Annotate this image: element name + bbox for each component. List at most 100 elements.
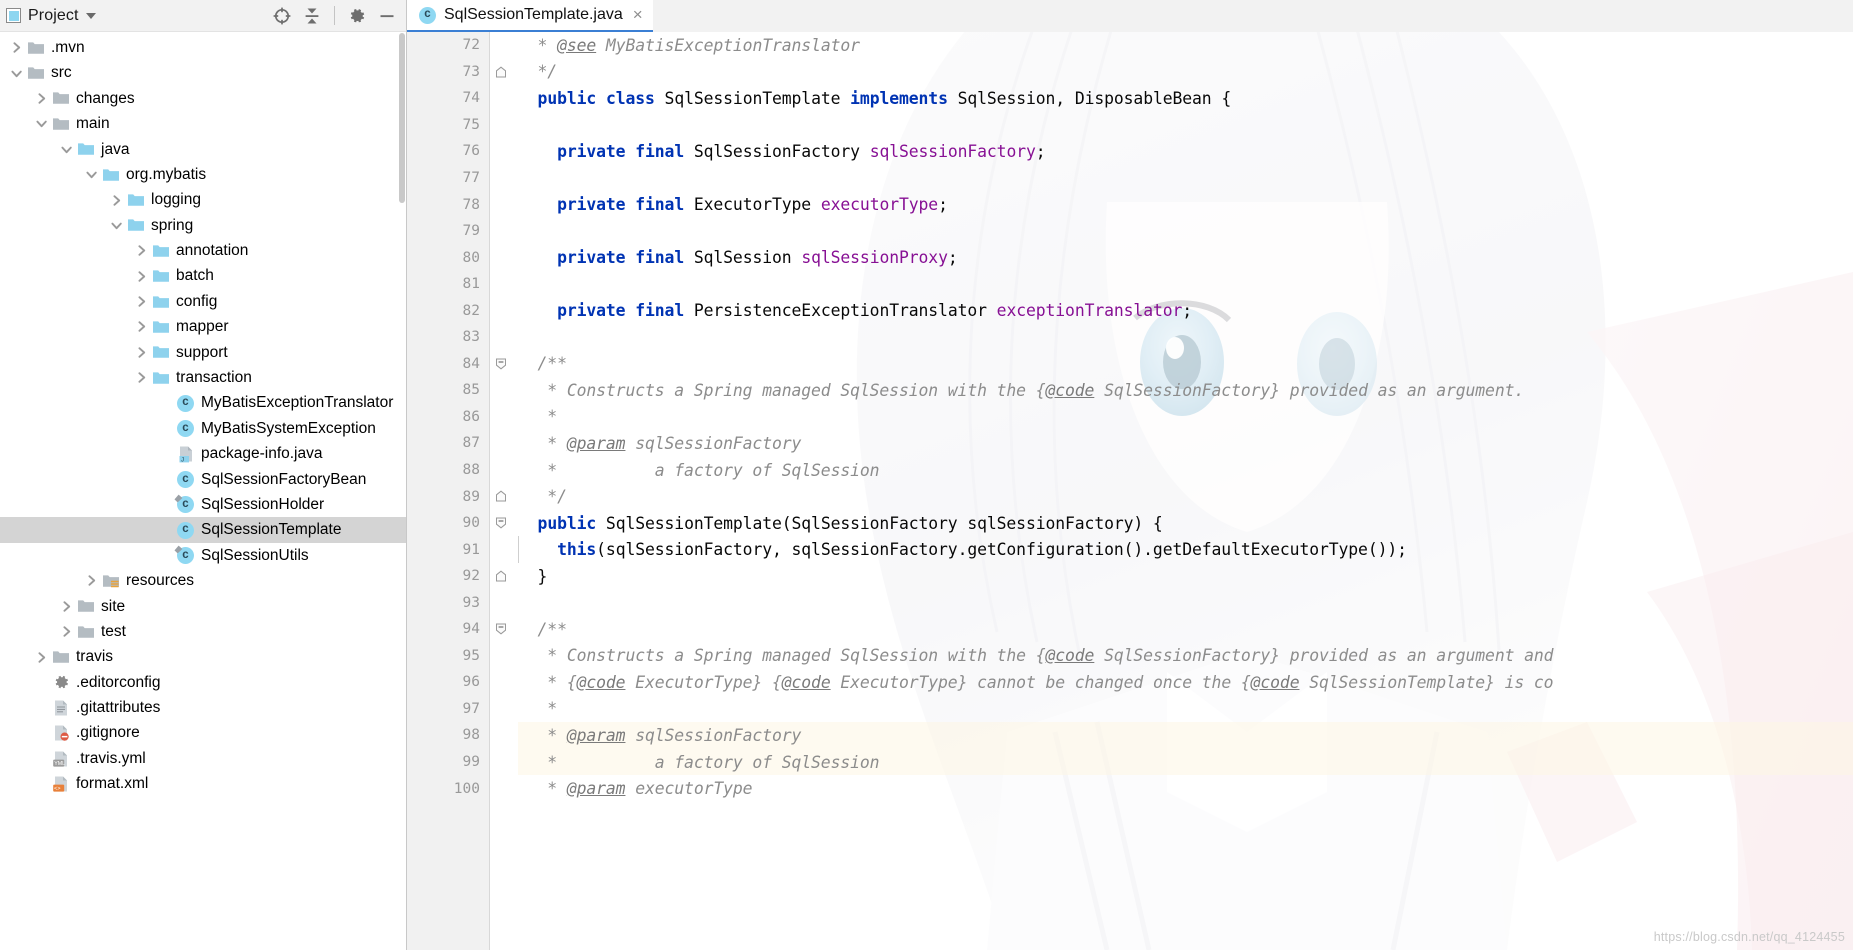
tree-item-gitattributes[interactable]: .gitattributes	[0, 695, 406, 720]
tree-item-batch[interactable]: batch	[0, 264, 406, 289]
tree-item-mybatissystemexception[interactable]: c MyBatisSystemException	[0, 416, 406, 441]
tree-item-editorconfig[interactable]: .editorconfig	[0, 670, 406, 695]
fold-collapse-icon[interactable]	[495, 517, 507, 529]
line-number[interactable]: 95	[407, 643, 489, 670]
line-number[interactable]: 75	[407, 112, 489, 139]
chevron-right-icon[interactable]	[81, 574, 101, 587]
code-line[interactable]: /**	[518, 616, 1853, 643]
chevron-right-icon[interactable]	[56, 625, 76, 638]
tree-item-src[interactable]: src	[0, 60, 406, 85]
tree-item-transaction[interactable]: transaction	[0, 365, 406, 390]
code-line[interactable]: public class SqlSessionTemplate implemen…	[518, 85, 1853, 112]
line-number[interactable]: 74	[407, 85, 489, 112]
code-line[interactable]	[518, 324, 1853, 351]
line-number[interactable]: 99	[407, 749, 489, 776]
code-line[interactable]	[518, 218, 1853, 245]
line-number[interactable]: 73	[407, 59, 489, 86]
line-number[interactable]: 82	[407, 297, 489, 324]
gear-icon[interactable]	[342, 1, 372, 31]
fold-end-icon[interactable]	[495, 570, 507, 582]
code-line[interactable]: this (sqlSessionFactory, sqlSessionFactor…	[518, 536, 1853, 563]
tree-item-mvn[interactable]: .mvn	[0, 35, 406, 60]
line-number[interactable]: 79	[407, 218, 489, 245]
chevron-right-icon[interactable]	[31, 92, 51, 105]
line-number[interactable]: 100	[407, 775, 489, 802]
chevron-right-icon[interactable]	[131, 244, 151, 257]
chevron-down-icon[interactable]	[106, 219, 126, 232]
line-number[interactable]: 80	[407, 244, 489, 271]
line-number[interactable]: 84	[407, 351, 489, 378]
code-line[interactable]: * @param sqlSessionFactory	[518, 430, 1853, 457]
chevron-down-icon[interactable]	[81, 168, 101, 181]
line-number[interactable]: 93	[407, 589, 489, 616]
chevron-right-icon[interactable]	[131, 320, 151, 333]
code-line[interactable]: * @see MyBatisExceptionTranslator	[518, 32, 1853, 59]
chevron-right-icon[interactable]	[131, 371, 151, 384]
tree-item-support[interactable]: support	[0, 340, 406, 365]
tree-item-mapper[interactable]: mapper	[0, 314, 406, 339]
chevron-right-icon[interactable]	[131, 346, 151, 359]
code-text-area[interactable]: * @see MyBatisExceptionTranslator */ pub…	[512, 32, 1853, 950]
tree-item-sqlsessionutils[interactable]: c SqlSessionUtils	[0, 543, 406, 568]
code-line[interactable]: *	[518, 404, 1853, 431]
line-number[interactable]: 83	[407, 324, 489, 351]
code-line[interactable]: private final PersistenceExceptionTransl…	[518, 297, 1853, 324]
code-line[interactable]: * a factory of SqlSession	[518, 748, 1853, 776]
code-line[interactable]: * @param sqlSessionFactory	[518, 722, 1853, 749]
code-line[interactable]	[518, 112, 1853, 139]
tree-item-sqlsessionholder[interactable]: c SqlSessionHolder	[0, 492, 406, 517]
code-line[interactable]: * Constructs a Spring managed SqlSession…	[518, 643, 1853, 670]
chevron-right-icon[interactable]	[131, 295, 151, 308]
line-number[interactable]: 97	[407, 696, 489, 723]
line-number[interactable]: 86	[407, 404, 489, 431]
collapse-all-icon[interactable]	[297, 1, 327, 31]
project-tree[interactable]: .mvn src changes main java org.mybatis logging…	[0, 32, 406, 950]
select-opened-file-icon[interactable]	[267, 1, 297, 31]
tree-item-format-xml[interactable]: <> format.xml	[0, 771, 406, 796]
line-number[interactable]: 85	[407, 377, 489, 404]
chevron-down-icon[interactable]	[31, 117, 51, 130]
tree-item-resources[interactable]: resources	[0, 568, 406, 593]
line-number[interactable]: 91	[407, 536, 489, 563]
tree-item-gitignore[interactable]: .gitignore	[0, 721, 406, 746]
code-line[interactable]: */	[518, 483, 1853, 510]
tree-item-travis-yml[interactable]: YML .travis.yml	[0, 746, 406, 771]
line-number[interactable]: 88	[407, 457, 489, 484]
code-line[interactable]: private final ExecutorType executorType;	[518, 191, 1853, 218]
code-line[interactable]: * {@code ExecutorType} {@code ExecutorTy…	[518, 669, 1853, 696]
code-editor[interactable]: 72 73 74 75 76 77 78 79 80 81 82 83 84 85 86 87 88 89 90 91…	[407, 32, 1853, 950]
code-line[interactable]: private final SqlSessionFactory sqlSessi…	[518, 138, 1853, 165]
chevron-right-icon[interactable]	[6, 41, 26, 54]
tree-item-mybatisexceptiontranslator[interactable]: c MyBatisExceptionTranslator	[0, 390, 406, 415]
project-title-group[interactable]: Project	[6, 7, 267, 25]
code-line[interactable]: /**	[518, 351, 1853, 378]
tree-item-spring[interactable]: spring	[0, 213, 406, 238]
line-number[interactable]: 90	[407, 510, 489, 537]
code-line[interactable]	[518, 589, 1853, 616]
minimize-icon[interactable]	[372, 1, 402, 31]
code-line[interactable]	[518, 165, 1853, 192]
code-folding-strip[interactable]	[490, 32, 512, 950]
chevron-down-icon[interactable]	[85, 12, 96, 19]
project-tree-scrollbar[interactable]	[397, 33, 406, 950]
tree-item-changes[interactable]: changes	[0, 86, 406, 111]
line-number[interactable]: 76	[407, 138, 489, 165]
fold-collapse-icon[interactable]	[495, 623, 507, 635]
tree-item-main[interactable]: main	[0, 111, 406, 136]
tree-item-annotation[interactable]: annotation	[0, 238, 406, 263]
chevron-right-icon[interactable]	[106, 194, 126, 207]
line-number[interactable]: 78	[407, 191, 489, 218]
line-number-gutter[interactable]: 72 73 74 75 76 77 78 79 80 81 82 83 84 85 86 87 88 89 90 91…	[407, 32, 490, 950]
tree-item-java[interactable]: java	[0, 137, 406, 162]
line-number[interactable]: 72	[407, 32, 489, 59]
line-number[interactable]: 92	[407, 563, 489, 590]
line-number[interactable]: 87	[407, 430, 489, 457]
tree-item-sqlsessionfactorybean[interactable]: c SqlSessionFactoryBean	[0, 467, 406, 492]
line-number[interactable]: 81	[407, 271, 489, 298]
code-scroll-container[interactable]: 72 73 74 75 76 77 78 79 80 81 82 83 84 85 86 87 88 89 90 91…	[407, 32, 1853, 950]
chevron-down-icon[interactable]	[56, 143, 76, 156]
code-line[interactable]: * Constructs a Spring managed SqlSession…	[518, 377, 1853, 404]
line-number[interactable]: 77	[407, 165, 489, 192]
tree-item-site[interactable]: site	[0, 594, 406, 619]
tree-item-sqlsessiontemplate[interactable]: c SqlSessionTemplate	[0, 517, 406, 543]
